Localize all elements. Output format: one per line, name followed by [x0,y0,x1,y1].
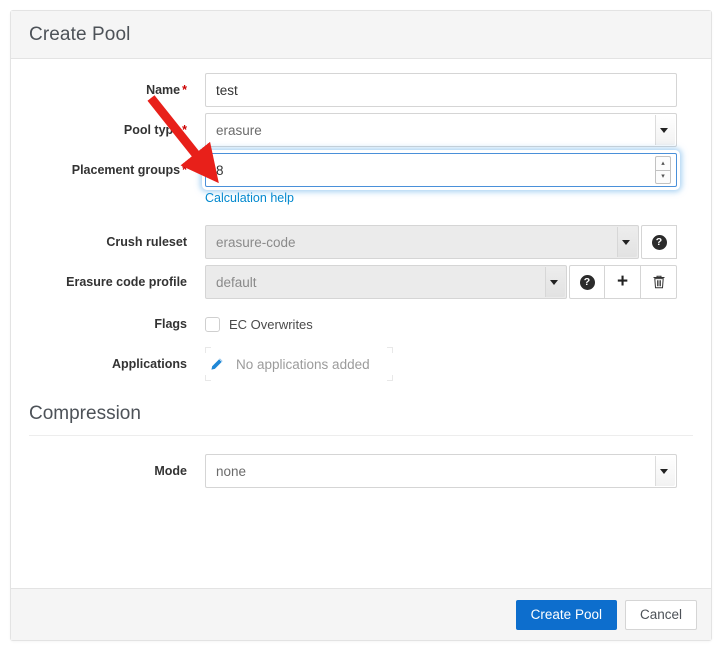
crush-ruleset-control-area: erasure-code ? [205,225,693,259]
erasure-code-profile-control-area: default ? + [205,265,693,299]
compression-mode-selected-value: none [216,463,247,479]
compression-mode-label: Mode [154,464,187,478]
name-label: Name * [29,73,205,107]
compression-section-title: Compression [29,403,141,424]
editor-corner [387,347,393,353]
flags-control-area: EC Overwrites [205,307,693,341]
dialog-title: Create Pool [29,23,131,45]
stepper-down-icon[interactable]: ▾ [655,169,671,184]
trash-icon [653,275,664,289]
name-input[interactable] [205,73,677,107]
form-row-pool-type: Pool type * erasure [29,113,693,147]
pool-type-label-text: Pool type [123,123,181,137]
dialog-footer: Create Pool Cancel [11,588,711,640]
form-row-applications: Applications No applications added [29,347,693,381]
applications-label: Applications [111,357,187,371]
placement-groups-label: Placement groups * [29,153,205,187]
calculation-help-link[interactable]: Calculation help [205,191,294,205]
ec-overwrites-checkbox[interactable] [205,316,220,332]
applications-control-area: No applications added [205,347,693,381]
section-divider [29,435,693,436]
form-row-name: Name * [29,73,693,107]
create-pool-button[interactable]: Create Pool [515,599,617,630]
pool-type-selected-value: erasure [216,122,262,138]
applications-empty-text: No applications added [236,356,370,372]
form-row-erasure-code-profile: Erasure code profile default ? + [29,265,693,299]
erasure-code-profile-selected-value: default [216,274,257,290]
form-row-compression-mode: Mode none [29,454,693,488]
editor-corner [387,375,393,381]
name-control-area [205,73,693,107]
erasure-code-profile-label: Erasure code profile [66,275,187,289]
help-circle-icon: ? [579,274,595,290]
plus-icon: + [616,270,629,292]
placement-groups-label-text: Placement groups [71,163,181,177]
pool-type-select[interactable]: erasure [205,113,677,147]
crush-ruleset-select[interactable]: erasure-code [205,225,639,259]
chevron-down-icon [660,128,668,133]
name-required-asterisk: * [182,83,187,97]
erasure-code-profile-add-button[interactable]: + [605,265,641,299]
applications-editor[interactable]: No applications added [205,347,393,381]
cancel-button[interactable]: Cancel [624,599,697,630]
chevron-down-icon [550,280,558,285]
flags-label: Flags [154,317,187,331]
placement-groups-input[interactable] [205,153,677,187]
quantity-stepper[interactable]: ▴ ▾ [655,156,671,184]
dialog-header: Create Pool [11,11,711,59]
crush-ruleset-help-button[interactable]: ? [641,225,677,259]
name-label-text: Name [146,83,181,97]
ec-overwrites-label: EC Overwrites [229,316,313,332]
erasure-code-profile-help-button[interactable]: ? [569,265,605,299]
crush-ruleset-actions: ? [641,225,677,259]
compression-mode-select[interactable]: none [205,454,677,488]
pool-type-label: Pool type * [29,113,205,147]
form-row-placement-groups: Placement groups* ▴ ▾ Calculation help [29,153,693,205]
crush-ruleset-label: Crush ruleset [106,235,187,249]
chevron-down-icon [660,469,668,474]
crush-ruleset-selected-value: erasure-code [216,234,296,250]
placement-groups-control-area: ▴ ▾ Calculation help [205,153,693,205]
erasure-code-profile-delete-button[interactable] [641,265,677,299]
pool-type-required-asterisk: * [182,123,187,137]
editor-corner [205,347,211,353]
stepper-up-icon[interactable]: ▴ [655,156,671,170]
compression-mode-control-area: none [205,454,693,488]
placement-groups-field-wrap: ▴ ▾ [205,153,677,187]
placement-groups-required-asterisk: * [182,163,187,177]
create-pool-dialog: Create Pool Name* Pool type* erasure Pla… [10,10,712,641]
chevron-down-icon [622,240,630,245]
pool-type-control-area: erasure [205,113,693,147]
editor-corner [205,375,211,381]
erasure-code-profile-select[interactable]: default [205,265,567,299]
form-row-flags: Flags EC Overwrites [29,307,693,341]
help-circle-icon: ? [651,234,667,250]
erasure-code-profile-actions: ? + [569,265,677,299]
form-row-crush-ruleset: Crush ruleset erasure-code ? [29,225,693,259]
dialog-body: Name* Pool type* erasure Placement group… [11,59,711,588]
pencil-icon[interactable] [209,357,224,372]
ec-overwrites-checkbox-row[interactable]: EC Overwrites [205,307,313,341]
